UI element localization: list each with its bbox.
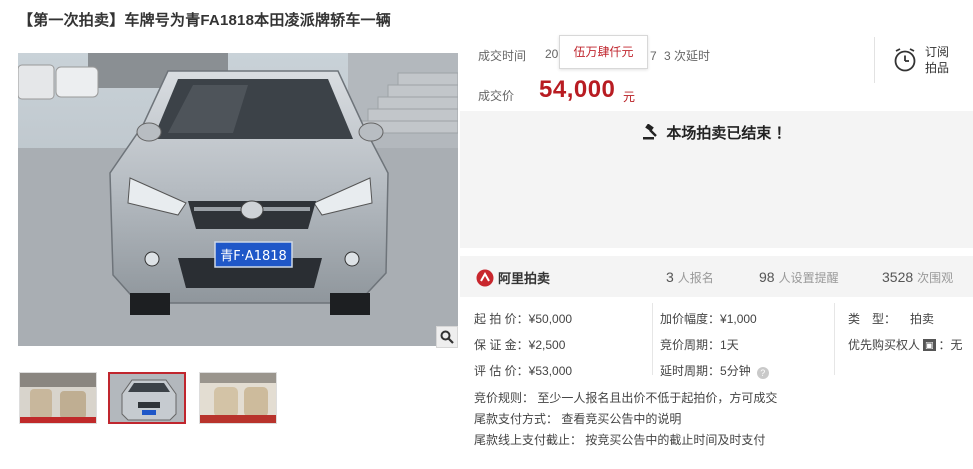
delay-value: 5分钟 (720, 364, 751, 378)
deal-time-suffix: 7 (650, 49, 657, 63)
delay-label: 延时周期： (660, 364, 721, 378)
payment-method-text: 查看竞买公告中的说明 (561, 412, 682, 426)
deal-price: 54,000 (539, 76, 616, 103)
signup-label: 人报名 (677, 271, 714, 285)
appraisal-label: 评 估 价： (474, 364, 529, 378)
view-number: 3528 (882, 269, 914, 285)
page-title: 【第一次拍卖】车牌号为青FA1818本田凌派牌轿车一辆 (18, 12, 391, 29)
view-count: 3528 次围观 (882, 269, 953, 286)
divider (652, 303, 653, 375)
thumbnail-interior-front[interactable] (19, 372, 97, 424)
deal-price-unit: 元 (623, 90, 636, 104)
deal-time-value: 20 (545, 47, 559, 61)
gavel-icon (643, 124, 658, 140)
thumbnail-interior-rear-image (200, 373, 276, 423)
payment-method-label: 尾款支付方式： (474, 412, 559, 426)
deposit: 保 证 金：¥2,500 (474, 336, 565, 353)
alarm-clock-icon (894, 48, 916, 72)
help-icon[interactable]: ? (756, 367, 769, 379)
license-plate-text: 青F·A1818 (220, 249, 287, 264)
auction-status-panel: 本场拍卖已结束 ！ (460, 111, 973, 248)
cycle-label: 竞价周期： (660, 338, 721, 352)
payment-deadline-text: 按竞买公告中的截止时间及时支付 (585, 433, 766, 447)
priority-buyer: 优先购买权人 ▣ ：无 (848, 336, 963, 353)
type-label: 类 型： (848, 312, 897, 326)
payment-deadline-label: 尾款线上支付截止： (474, 433, 583, 447)
increment-label: 加价幅度： (660, 312, 721, 326)
main-photo[interactable]: 青F·A1818 (18, 53, 458, 346)
info-badge-icon: ▣ (923, 339, 936, 351)
signup-number: 3 (666, 269, 674, 285)
deposit-label: 保 证 金： (474, 338, 529, 352)
subscribe-button[interactable]: 订阅拍品 (874, 37, 964, 83)
delay-count: 3 次延时 (664, 49, 711, 63)
delay-cycle: 延时周期：5分钟? (660, 362, 769, 379)
thumbnail-exterior-front[interactable] (108, 372, 186, 424)
deal-time-tail: 7 3 次延时 (650, 47, 710, 64)
start-price-label: 起 拍 价： (474, 312, 529, 326)
car-photo-illustration: 青F·A1818 (18, 53, 458, 346)
signup-count: 3 人报名 (666, 269, 714, 286)
priority-value: ：无 (938, 338, 963, 352)
appraisal-value: ¥53,000 (528, 364, 573, 378)
price-tooltip: 伍万肆仟元 (559, 35, 648, 69)
appraisal-price: 评 估 价：¥53,000 (474, 362, 572, 379)
start-price: 起 拍 价：¥50,000 (474, 310, 572, 327)
magnifier-icon (440, 330, 454, 344)
payment-method: 尾款支付方式： 查看竞买公告中的说明 (474, 410, 681, 427)
divider (834, 303, 835, 375)
stats-bar: 阿里拍卖 3 人报名 98 人设置提醒 3528 次围观 (460, 256, 973, 297)
reminder-count: 98 人设置提醒 (759, 269, 839, 286)
priority-label: 优先购买权人 (848, 338, 921, 352)
reminder-label: 人设置提醒 (778, 271, 839, 285)
type-value: 拍卖 (910, 312, 935, 326)
zoom-button[interactable] (436, 326, 458, 348)
thumbnail-interior-rear[interactable] (199, 372, 277, 424)
deal-time-label: 成交时间 (478, 49, 527, 63)
view-label: 次围观 (917, 271, 954, 285)
ali-auction-logo-icon (476, 269, 494, 286)
cycle-value: 1天 (720, 338, 739, 352)
deposit-value: ¥2,500 (528, 338, 566, 352)
start-price-value: ¥50,000 (528, 312, 573, 326)
bidding-rule-label: 竞价规则： (474, 391, 535, 405)
thumbnail-interior-front-image (20, 373, 96, 423)
bidding-rule: 竞价规则： 至少一人报名且出价不低于起拍价，方可成交 (474, 389, 777, 406)
auction-type: 类 型： 拍卖 (848, 310, 934, 327)
subscribe-label: 订阅拍品 (925, 45, 950, 75)
thumbnail-exterior-front-image (110, 374, 184, 422)
auction-ended-message: 本场拍卖已结束 ！ (460, 122, 973, 143)
deal-price-label: 成交价 (478, 89, 515, 103)
ali-auction-logo-text: 阿里拍卖 (498, 271, 551, 286)
ali-auction-logo: 阿里拍卖 (476, 268, 550, 287)
reminder-number: 98 (759, 269, 775, 285)
bidding-rule-text: 至少一人报名且出价不低于起拍价，方可成交 (537, 391, 778, 405)
auction-ended-text: 本场拍卖已结束 ！ (666, 125, 791, 142)
payment-deadline: 尾款线上支付截止： 按竞买公告中的截止时间及时支付 (474, 431, 765, 448)
bid-increment: 加价幅度：¥1,000 (660, 310, 757, 327)
increment-value: ¥1,000 (720, 312, 757, 326)
bid-cycle: 竞价周期：1天 (660, 336, 739, 353)
